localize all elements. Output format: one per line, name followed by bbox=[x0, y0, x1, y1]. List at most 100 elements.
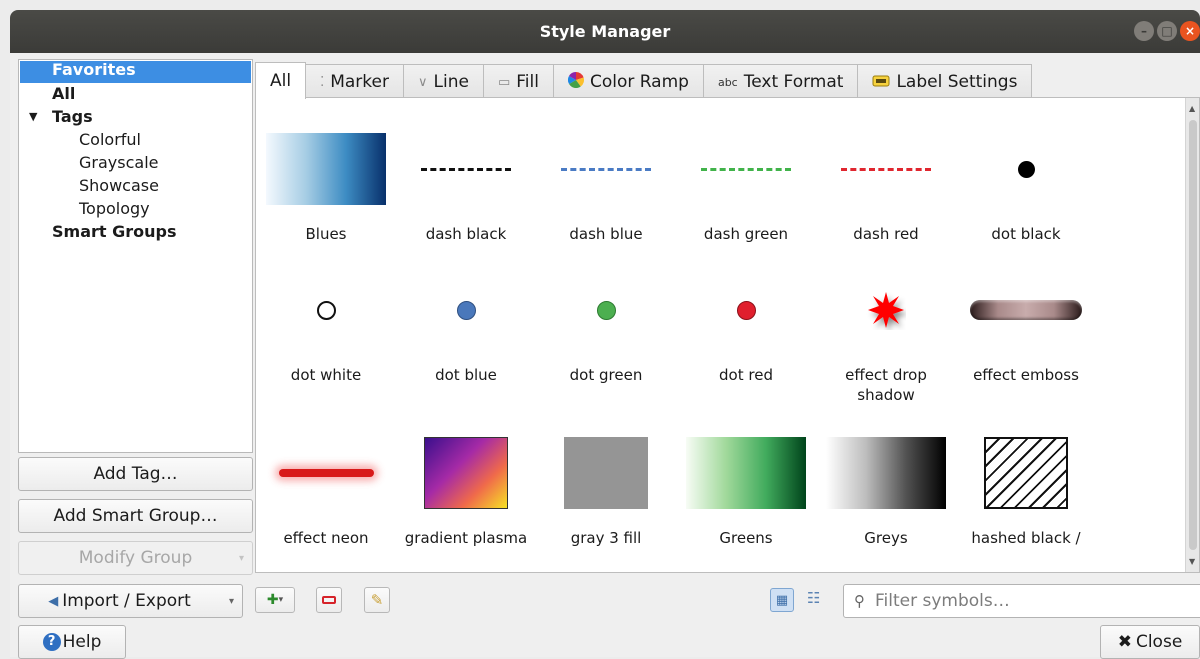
dropdown-arrow-icon: ▾ bbox=[278, 595, 284, 605]
symbol-item[interactable]: dot red bbox=[676, 273, 816, 413]
tree-item-grayscale[interactable]: Grayscale bbox=[19, 152, 252, 175]
import-export-label: Import / Export bbox=[62, 591, 191, 611]
gray-fill-preview bbox=[546, 436, 666, 510]
symbol-name: effect emboss bbox=[973, 366, 1079, 384]
tree-item-topology[interactable]: Topology bbox=[19, 198, 252, 221]
tab-fill-label: Fill bbox=[516, 72, 539, 92]
dropdown-arrow-icon: ▾ bbox=[238, 552, 244, 564]
symbol-item[interactable]: dot green bbox=[536, 273, 676, 413]
symbol-name: hashed black / bbox=[971, 529, 1081, 547]
tab-all[interactable]: All bbox=[255, 62, 307, 99]
symbol-item[interactable]: dot black bbox=[956, 132, 1096, 257]
tab-marker-label: Marker bbox=[330, 72, 389, 92]
symbol-name: dash blue bbox=[569, 225, 643, 243]
search-icon: ⚲ bbox=[854, 592, 865, 610]
symbol-item[interactable]: dot white bbox=[256, 273, 396, 413]
plus-icon: ✚ bbox=[266, 592, 279, 608]
tree-item-tags-label: Tags bbox=[52, 107, 93, 126]
symbol-item[interactable]: dash black bbox=[396, 132, 536, 257]
import-export-button[interactable]: ◀ Import / Export ▾ bbox=[18, 584, 243, 618]
color-ramp-icon bbox=[567, 71, 584, 93]
star-shadow-preview bbox=[826, 273, 946, 347]
tab-marker[interactable]: ⁚ Marker bbox=[305, 64, 404, 99]
modify-group-label: Modify Group bbox=[78, 548, 193, 568]
close-window-icon[interactable]: × bbox=[1180, 21, 1200, 41]
symbol-item[interactable]: dash red bbox=[816, 132, 956, 257]
minimize-icon[interactable]: – bbox=[1134, 21, 1154, 41]
window-titlebar[interactable]: Style Manager – □ × bbox=[10, 10, 1200, 53]
symbol-type-tabs: All ⁚ Marker ∨ Line ▭ Fill Color Ramp ab… bbox=[255, 62, 1033, 99]
maximize-icon[interactable]: □ bbox=[1157, 21, 1177, 41]
dash-line-preview bbox=[406, 132, 526, 206]
tree-item-smart-groups[interactable]: Smart Groups bbox=[19, 221, 252, 244]
tab-fill[interactable]: ▭ Fill bbox=[482, 64, 554, 99]
expand-arrow-icon[interactable]: ▼ bbox=[29, 106, 37, 127]
add-smart-group-button[interactable]: Add Smart Group… bbox=[18, 499, 253, 533]
scroll-up-icon[interactable]: ▲ bbox=[1189, 104, 1195, 113]
symbol-item[interactable]: gray 3 fill bbox=[536, 436, 676, 572]
close-button[interactable]: ✖ Close bbox=[1100, 625, 1200, 659]
icon-view-button[interactable]: ▦ bbox=[770, 588, 794, 612]
symbol-item[interactable]: Greys bbox=[816, 436, 956, 572]
symbol-item[interactable]: dash blue bbox=[536, 132, 676, 257]
tree-item-showcase[interactable]: Showcase bbox=[19, 175, 252, 198]
symbol-name: dot blue bbox=[435, 366, 497, 384]
label-icon bbox=[872, 72, 890, 92]
tree-item-all[interactable]: All bbox=[19, 83, 252, 106]
symbol-item[interactable]: effect emboss bbox=[956, 273, 1096, 413]
vertical-scrollbar[interactable]: ▲ ▼ bbox=[1185, 98, 1199, 572]
symbol-item[interactable]: dot blue bbox=[396, 273, 536, 413]
help-button[interactable]: ? Help bbox=[18, 625, 126, 659]
list-view-icon[interactable]: ☷ bbox=[807, 589, 820, 607]
add-symbol-button[interactable]: ✚ ▾ bbox=[255, 587, 295, 613]
symbol-name: dot white bbox=[290, 366, 362, 384]
symbol-item[interactable]: effect neon bbox=[256, 436, 396, 572]
grid-view-icon: ▦ bbox=[775, 592, 789, 608]
symbol-name: effect drop shadow bbox=[845, 366, 927, 404]
marker-icon: ⁚ bbox=[320, 74, 325, 90]
symbol-name: dash black bbox=[425, 225, 507, 243]
tab-text-format-label: Text Format bbox=[743, 72, 844, 92]
tab-label-settings[interactable]: Label Settings bbox=[857, 64, 1033, 99]
scroll-down-icon[interactable]: ▼ bbox=[1189, 557, 1195, 566]
tab-color-ramp[interactable]: Color Ramp bbox=[552, 64, 704, 99]
dot-preview bbox=[966, 132, 1086, 206]
symbol-name: gray 3 fill bbox=[570, 529, 642, 547]
symbol-item[interactable]: hashed black / bbox=[956, 436, 1096, 572]
tab-text-format[interactable]: abc Text Format bbox=[702, 64, 859, 99]
neon-line-preview bbox=[266, 436, 386, 510]
symbol-name: effect neon bbox=[283, 529, 369, 547]
fill-icon: ▭ bbox=[497, 74, 511, 90]
filter-symbols-field[interactable]: ⚲ bbox=[843, 584, 1200, 618]
tab-all-label: All bbox=[270, 71, 292, 91]
symbol-item[interactable]: Greens bbox=[676, 436, 816, 572]
window-controls: – □ × bbox=[1134, 21, 1200, 41]
help-icon: ? bbox=[42, 633, 61, 651]
symbol-item[interactable]: Blues bbox=[256, 132, 396, 257]
minus-icon bbox=[322, 596, 336, 604]
dot-preview bbox=[686, 273, 806, 347]
symbol-item[interactable]: gradient plasma bbox=[396, 436, 536, 572]
tree-item-tags[interactable]: ▼ Tags bbox=[19, 106, 252, 129]
ramp-preview bbox=[266, 132, 386, 206]
modify-group-button[interactable]: Modify Group ▾ bbox=[18, 541, 253, 575]
tab-line[interactable]: ∨ Line bbox=[402, 64, 484, 99]
symbol-grid[interactable]: Blues dash black dash blue dash green da… bbox=[255, 97, 1200, 573]
symbol-item[interactable]: dash green bbox=[676, 132, 816, 257]
tree-item-colorful[interactable]: Colorful bbox=[19, 129, 252, 152]
dot-preview bbox=[406, 273, 526, 347]
filter-symbols-input[interactable] bbox=[873, 590, 1173, 612]
remove-symbol-button[interactable] bbox=[316, 587, 342, 613]
tab-color-ramp-label: Color Ramp bbox=[589, 72, 689, 92]
edit-symbol-button[interactable]: ✎ bbox=[364, 587, 390, 613]
style-manager-window: Favorites All ▼ Tags Colorful Grayscale … bbox=[10, 53, 1200, 659]
line-icon: ∨ bbox=[417, 74, 428, 90]
dropdown-arrow-icon: ▾ bbox=[228, 595, 234, 607]
tree-item-favorites[interactable]: Favorites bbox=[20, 61, 251, 83]
symbol-item[interactable]: effect drop shadow bbox=[816, 273, 956, 413]
gradient-fill-preview bbox=[406, 436, 526, 510]
scroll-thumb[interactable] bbox=[1189, 120, 1197, 550]
close-icon: ✖ bbox=[1117, 632, 1132, 652]
add-tag-button[interactable]: Add Tag… bbox=[18, 457, 253, 491]
group-tree[interactable]: Favorites All ▼ Tags Colorful Grayscale … bbox=[18, 59, 253, 453]
